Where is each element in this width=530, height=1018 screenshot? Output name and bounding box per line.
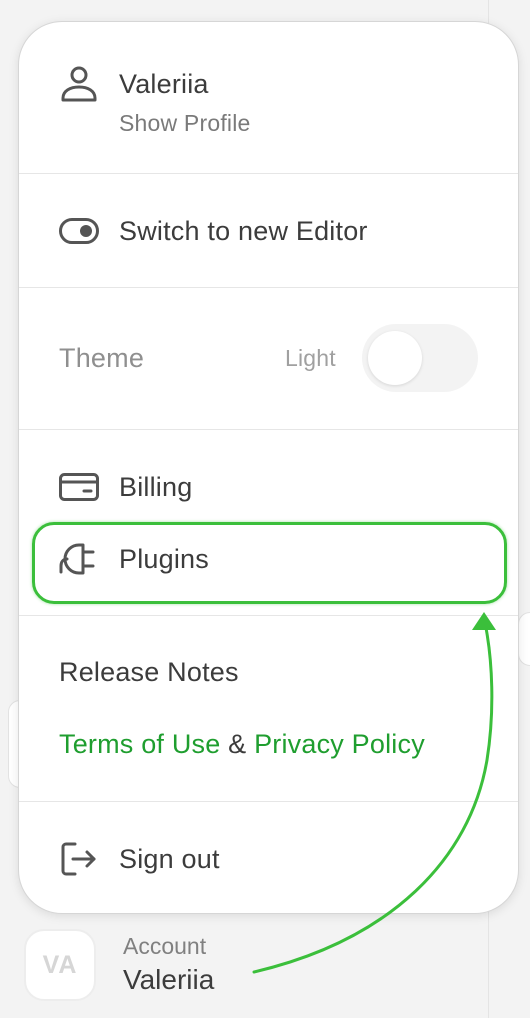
sign-out-item[interactable]: Sign out [59,839,220,879]
card-icon [59,467,99,507]
privacy-policy-link[interactable]: Privacy Policy [254,729,425,759]
theme-label: Theme [59,343,145,373]
divider [19,801,518,802]
background-card [518,612,530,666]
theme-toggle[interactable] [362,324,478,392]
billing-label: Billing [119,471,193,502]
ampersand: & [228,729,247,759]
avatar[interactable]: VA [24,929,96,1001]
toggle-icon [59,211,99,251]
sign-out-label: Sign out [119,843,220,874]
profile-item[interactable]: Valeriia [59,64,209,104]
divider [19,173,518,174]
divider [19,429,518,430]
account-menu: Valeriia Show Profile Switch to new Edit… [18,21,519,914]
release-notes-link[interactable]: Release Notes [59,657,239,688]
terms-of-use-link[interactable]: Terms of Use [59,729,220,759]
divider [19,615,518,616]
profile-name: Valeriia [119,68,209,99]
theme-value: Light [285,345,336,371]
toggle-knob [368,331,422,385]
legal-links: Terms of Use & Privacy Policy [59,729,425,760]
plugins-highlight-annotation [32,522,507,604]
user-icon [59,64,99,104]
screen: Valeriia Show Profile Switch to new Edit… [0,0,530,1018]
switch-editor-item[interactable]: Switch to new Editor [59,211,368,251]
sign-out-icon [59,839,99,879]
account-name[interactable]: Valeriia [123,964,214,996]
account-caption: Account [123,933,207,959]
show-profile-link[interactable]: Show Profile [119,110,251,137]
divider [19,287,518,288]
switch-editor-label: Switch to new Editor [119,215,368,246]
billing-item[interactable]: Billing [59,467,192,507]
